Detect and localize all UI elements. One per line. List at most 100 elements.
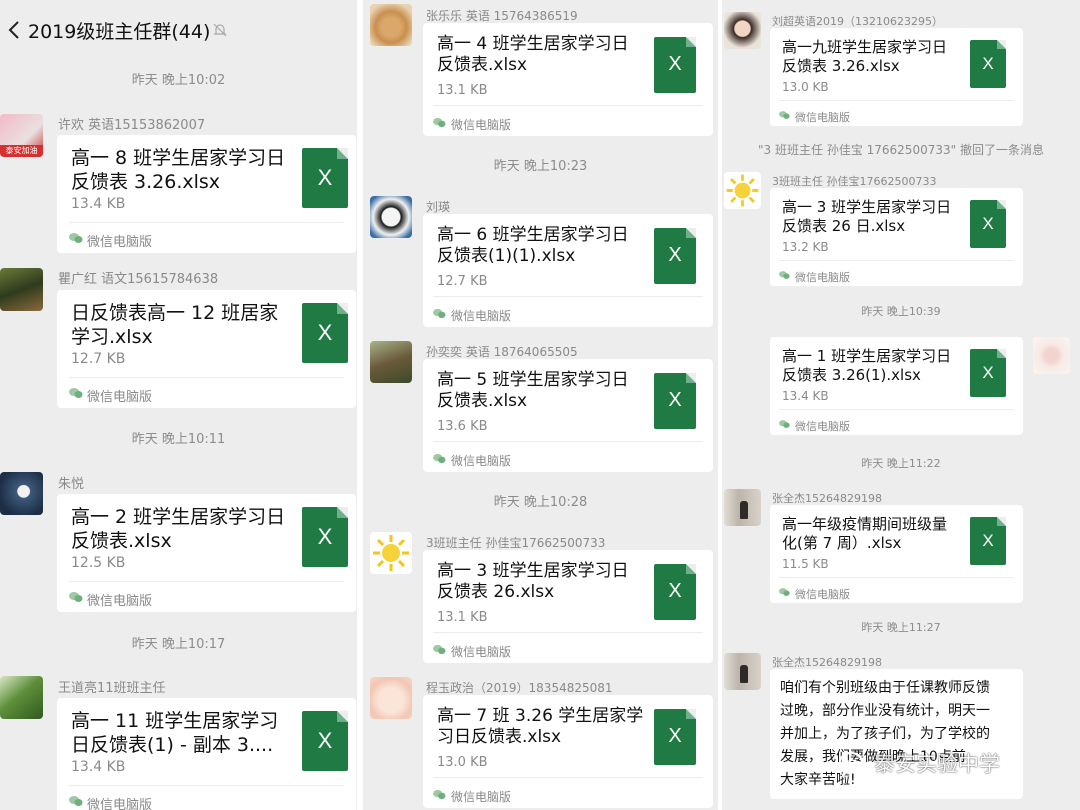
excel-file-icon: X (302, 148, 348, 208)
file-message[interactable]: 高一 1 班学生居家学习日 反馈表 3.26(1).xlsx 13.4 KB X… (770, 337, 1023, 435)
timestamp: 昨天 晚上10:23 (493, 159, 588, 174)
avatar[interactable] (724, 172, 761, 209)
divider (779, 260, 1014, 261)
avatar[interactable] (370, 196, 412, 238)
file-name: 高一 8 班学生居家学习日 反馈表 3.26.xlsx (71, 147, 286, 193)
file-message[interactable]: 高一 5 班学生居家学习日 反馈表.xlsx 13.6 KB X 微信电脑版 (423, 359, 713, 472)
bell-muted-icon (213, 23, 227, 37)
file-name: 高一年级疫情期间班级量 化(第 7 周）.xlsx (782, 515, 948, 552)
avatar[interactable] (0, 676, 43, 719)
file-name: 高一 3 班学生居家学习日 反馈表 26.xlsx (437, 561, 629, 603)
excel-file-icon: X (302, 507, 348, 567)
excel-file-icon: X (654, 37, 696, 93)
avatar[interactable] (0, 268, 43, 311)
wechat-icon (779, 271, 790, 279)
timestamp: 昨天 晚上10:39 (861, 305, 941, 318)
chevron-left-icon[interactable] (6, 20, 22, 40)
file-name: 高一 1 班学生居家学习日 反馈表 3.26(1).xlsx (782, 347, 952, 384)
wechat-icon (69, 388, 83, 398)
sender-name: 程玉政治（2019）18354825081 (426, 681, 613, 695)
divider (779, 577, 1014, 578)
avatar[interactable] (1033, 337, 1070, 374)
file-size: 13.2 KB (782, 240, 829, 254)
watermark-text: 泰安实验中学 (874, 752, 1000, 776)
timestamp: 昨天 晚上10:02 (131, 73, 226, 88)
avatar[interactable] (0, 472, 43, 515)
file-name: 高一 11 班学生居家学习 日反馈表(1) - 副本 3.... (71, 710, 279, 756)
file-size: 13.4 KB (71, 196, 126, 212)
file-size: 13.6 KB (437, 419, 488, 434)
sender-name: 许欢 英语15153862007 (58, 118, 206, 133)
wechat-icon (433, 789, 446, 800)
source-label: 微信电脑版 (451, 118, 512, 132)
sender-name: 朱悦 (58, 477, 85, 492)
wechat-icon (779, 420, 790, 428)
wechat-official-account-icon (838, 751, 864, 778)
wechat-icon (433, 308, 446, 319)
wechat-icon (779, 588, 790, 596)
avatar[interactable] (724, 653, 761, 690)
wechat-icon (69, 796, 83, 806)
divider (433, 632, 703, 633)
timestamp: 昨天 晚上11:27 (861, 621, 941, 634)
avatar[interactable] (370, 4, 412, 46)
file-message[interactable]: 高一 4 班学生居家学习日 反馈表.xlsx 13.1 KB X 微信电脑版 (423, 23, 713, 136)
file-message[interactable]: 高一 11 班学生居家学习 日反馈表(1) - 副本 3.... 13.4 KB… (57, 698, 356, 810)
file-message[interactable]: 高一 3 班学生居家学习日 反馈表 26 日.xlsx 13.2 KB X 微信… (770, 188, 1023, 286)
sender-name: 孙奕奕 英语 18764065505 (426, 345, 578, 359)
file-name: 高一 2 班学生居家学习日 反馈表.xlsx (71, 506, 286, 552)
sender-name: 王道亮11班班主任 (58, 681, 166, 696)
file-name: 高一 7 班 3.26 学生居家学 习日反馈表.xlsx (437, 706, 644, 748)
file-message[interactable]: 高一 8 班学生居家学习日 反馈表 3.26.xlsx 13.4 KB X 微信… (57, 135, 356, 253)
file-message[interactable]: 高一 6 班学生居家学习日 反馈表(1)(1).xlsx 12.7 KB X 微… (423, 214, 713, 327)
file-name: 高一 3 班学生居家学习日 反馈表 26 日.xlsx (782, 198, 952, 235)
file-name: 高一 4 班学生居家学习日 反馈表.xlsx (437, 34, 629, 76)
file-size: 12.7 KB (71, 351, 126, 367)
sender-name: 3班班主任 孙佳宝17662500733 (772, 175, 937, 188)
source-label: 微信电脑版 (451, 790, 512, 804)
divider (69, 785, 344, 786)
timestamp: 昨天 晚上11:22 (861, 457, 941, 470)
excel-file-icon: X (302, 303, 348, 363)
source-label: 微信电脑版 (451, 454, 512, 468)
divider (69, 581, 344, 582)
avatar[interactable] (724, 489, 761, 526)
wechat-icon (433, 117, 446, 128)
chat-screenshot-right: 刘超英语2019（13210623295） 高一九班学生居家学习日 反馈表 3.… (722, 0, 1080, 810)
source-label: 微信电脑版 (795, 420, 850, 433)
file-message[interactable]: 高一九班学生居家学习日 反馈表 3.26.xlsx 13.0 KB X 微信电脑… (770, 28, 1023, 126)
source-label: 微信电脑版 (87, 594, 153, 609)
source-label: 微信电脑版 (451, 645, 512, 659)
file-name: 高一 6 班学生居家学习日 反馈表(1)(1).xlsx (437, 225, 629, 267)
source-label: 微信电脑版 (795, 271, 850, 284)
file-name: 高一九班学生居家学习日 反馈表 3.26.xlsx (782, 38, 948, 75)
timestamp: 昨天 晚上10:17 (131, 637, 226, 652)
file-size: 13.0 KB (437, 755, 488, 770)
sender-name: 刘瑛 (426, 200, 451, 214)
divider (433, 296, 703, 297)
file-size: 13.4 KB (782, 389, 829, 403)
file-message[interactable]: 高一年级疫情期间班级量 化(第 7 周）.xlsx 11.5 KB X 微信电脑… (770, 505, 1023, 603)
avatar[interactable] (370, 532, 412, 574)
excel-file-icon: X (970, 349, 1006, 397)
file-size: 13.1 KB (437, 610, 488, 625)
divider (779, 409, 1014, 410)
divider (779, 100, 1014, 101)
file-message[interactable]: 高一 3 班学生居家学习日 反馈表 26.xlsx 13.1 KB X 微信电脑… (423, 550, 713, 663)
file-name: 高一 5 班学生居家学习日 反馈表.xlsx (437, 370, 629, 412)
file-message[interactable]: 日反馈表高一 12 班居家 学习.xlsx 12.7 KB X 微信电脑版 (57, 290, 356, 408)
file-size: 11.5 KB (782, 557, 829, 571)
avatar[interactable] (724, 12, 761, 49)
chat-screenshot-left: 2019级班主任群(44) 昨天 晚上10:02 泰安加油 许欢 英语15153… (0, 0, 357, 810)
avatar[interactable] (370, 341, 412, 383)
timestamp: 昨天 晚上10:11 (131, 432, 226, 447)
excel-file-icon: X (654, 228, 696, 284)
file-message[interactable]: 高一 7 班 3.26 学生居家学 习日反馈表.xlsx 13.0 KB X 微… (423, 695, 713, 808)
file-size: 13.1 KB (437, 83, 488, 98)
file-message[interactable]: 高一 2 班学生居家学习日 反馈表.xlsx 12.5 KB X 微信电脑版 (57, 494, 356, 612)
excel-file-icon: X (970, 517, 1006, 565)
avatar[interactable]: 泰安加油 (0, 114, 43, 157)
sender-name: 张全杰15264829198 (772, 656, 882, 669)
avatar[interactable] (370, 677, 412, 719)
source-label: 微信电脑版 (87, 390, 153, 405)
